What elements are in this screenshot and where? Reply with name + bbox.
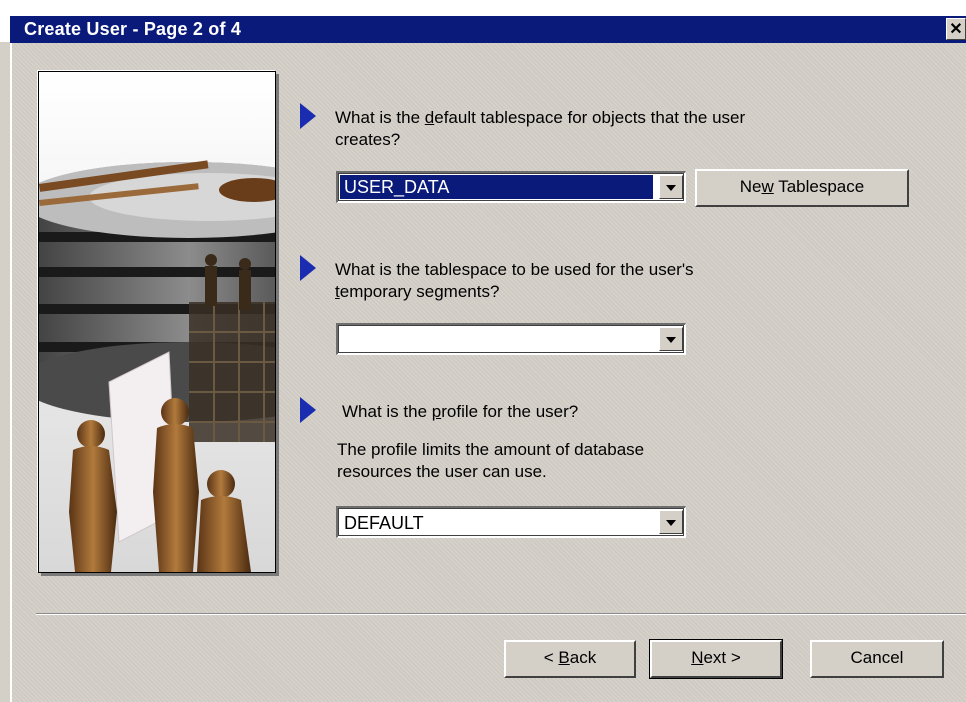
- question-text: What is the: [342, 402, 432, 421]
- mnemonic: N: [691, 648, 704, 667]
- default-tablespace-select[interactable]: USER_DATA: [336, 171, 686, 203]
- description-text: resources the user can use.: [337, 462, 547, 481]
- button-separator: [36, 613, 966, 615]
- question-text: efault tablespace for objects that the u…: [434, 108, 746, 127]
- mnemonic: d: [424, 108, 435, 127]
- chevron-down-icon[interactable]: [659, 327, 683, 351]
- close-icon[interactable]: ✕: [946, 18, 966, 40]
- blue-arrow-icon: [300, 103, 316, 129]
- combo-value: USER_DATA: [340, 175, 653, 199]
- question-text: creates?: [335, 130, 401, 149]
- next-button[interactable]: Next >: [649, 639, 783, 679]
- window-title: Create User - Page 2 of 4: [24, 19, 242, 39]
- new-tablespace-button[interactable]: New Tablespace: [695, 169, 909, 207]
- question-text: What is the tablespace to be used for th…: [335, 260, 694, 279]
- mnemonic: w: [761, 177, 774, 196]
- title-bar[interactable]: Create User - Page 2 of 4 ✕: [10, 16, 966, 43]
- description-text: The profile limits the amount of databas…: [337, 440, 645, 459]
- temporary-tablespace-select[interactable]: [336, 323, 686, 355]
- wizard-illustration: [38, 71, 276, 573]
- button-label: ack: [569, 648, 597, 667]
- button-label: Cancel: [850, 648, 904, 667]
- question-temporary-tablespace: What is the tablespace to be used for th…: [335, 259, 855, 303]
- button-label: Tablespace: [773, 177, 865, 196]
- back-button[interactable]: < Back: [504, 640, 636, 678]
- blue-arrow-icon: [300, 255, 316, 281]
- question-text: What is the: [335, 108, 425, 127]
- button-label: ext >: [703, 648, 741, 667]
- combo-value: DEFAULT: [344, 513, 424, 533]
- chevron-down-icon[interactable]: [659, 175, 683, 199]
- cancel-button[interactable]: Cancel: [810, 640, 944, 678]
- question-text: emporary segments?: [339, 282, 500, 301]
- chevron-down-icon[interactable]: [659, 510, 683, 534]
- question-default-tablespace: What is the default tablespace for objec…: [335, 107, 855, 151]
- question-profile: What is the profile for the user?: [342, 401, 862, 423]
- mnemonic: B: [558, 648, 570, 667]
- button-label: <: [543, 648, 559, 667]
- database-people-illustration: [39, 72, 275, 572]
- title-bar-frame: Create User - Page 2 of 4 ✕: [0, 0, 966, 43]
- button-label: Ne: [739, 177, 762, 196]
- profile-select[interactable]: DEFAULT: [336, 506, 686, 538]
- blue-arrow-icon: [300, 397, 316, 423]
- question-text: rofile for the user?: [441, 402, 579, 421]
- profile-description: The profile limits the amount of databas…: [337, 439, 857, 483]
- mnemonic: p: [431, 402, 442, 421]
- dialog-body: What is the default tablespace for objec…: [12, 43, 966, 702]
